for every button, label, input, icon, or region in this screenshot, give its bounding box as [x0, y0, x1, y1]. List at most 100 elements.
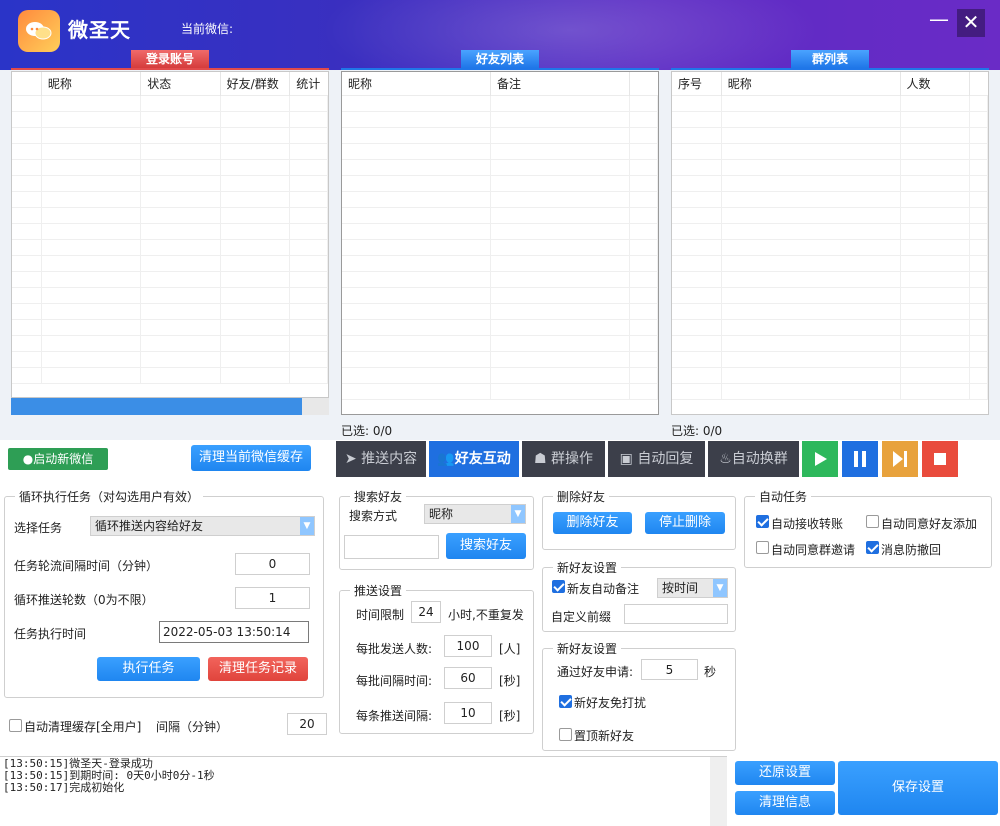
- tab-friend-list[interactable]: 好友列表: [461, 50, 539, 68]
- tab-group-operations[interactable]: ☗ 群操作: [522, 441, 605, 477]
- table-row[interactable]: [672, 368, 988, 384]
- time-limit-input[interactable]: 24: [411, 601, 441, 623]
- minimize-button[interactable]: —: [928, 9, 950, 32]
- table-row[interactable]: [672, 176, 988, 192]
- table-row[interactable]: [342, 352, 658, 368]
- search-input[interactable]: [344, 535, 439, 559]
- search-friend-button[interactable]: 搜索好友: [446, 533, 526, 559]
- auto-remark-checkbox[interactable]: [552, 580, 565, 593]
- tab-auto-reply[interactable]: ▣ 自动回复: [608, 441, 705, 477]
- friend-list-table[interactable]: 昵称 备注: [341, 71, 659, 415]
- execute-task-button[interactable]: 执行任务: [97, 657, 200, 681]
- tab-friend-interaction[interactable]: 👥好友互动: [429, 441, 519, 477]
- table-row[interactable]: [672, 128, 988, 144]
- table-row[interactable]: [12, 256, 328, 272]
- pause-button[interactable]: [842, 441, 878, 477]
- next-button[interactable]: [882, 441, 918, 477]
- vertical-scrollbar[interactable]: [710, 757, 727, 826]
- table-row[interactable]: [672, 240, 988, 256]
- table-row[interactable]: [12, 272, 328, 288]
- group-list-table[interactable]: 序号 昵称 人数: [671, 71, 989, 415]
- auto-accept-friend-checkbox[interactable]: [866, 515, 879, 528]
- table-row[interactable]: [12, 368, 328, 384]
- log-output[interactable]: [13:50:15]微圣天-登录成功 [13:50:15]到期时间: 0天0小时…: [0, 756, 727, 826]
- pass-request-input[interactable]: 5: [641, 659, 698, 680]
- horizontal-scrollbar[interactable]: [11, 398, 329, 415]
- delete-friend-button[interactable]: 删除好友: [553, 512, 632, 534]
- table-row[interactable]: [342, 272, 658, 288]
- no-disturb-checkbox[interactable]: [559, 695, 572, 708]
- table-row[interactable]: [342, 96, 658, 112]
- column-nickname[interactable]: 昵称: [342, 72, 492, 96]
- interval-input[interactable]: 0: [235, 553, 310, 575]
- table-row[interactable]: [12, 176, 328, 192]
- table-row[interactable]: [672, 336, 988, 352]
- table-row[interactable]: [342, 224, 658, 240]
- column-status[interactable]: 状态: [141, 72, 221, 96]
- custom-prefix-input[interactable]: [624, 604, 728, 624]
- table-row[interactable]: [12, 160, 328, 176]
- auto-clear-cache-checkbox[interactable]: [9, 719, 22, 732]
- table-row[interactable]: [672, 256, 988, 272]
- table-row[interactable]: [342, 368, 658, 384]
- table-row[interactable]: [12, 208, 328, 224]
- table-row[interactable]: [672, 320, 988, 336]
- table-row[interactable]: [12, 352, 328, 368]
- exec-time-input[interactable]: 2022-05-03 13:50:14: [159, 621, 309, 643]
- table-row[interactable]: [12, 96, 328, 112]
- table-row[interactable]: [672, 304, 988, 320]
- table-row[interactable]: [342, 304, 658, 320]
- table-row[interactable]: [342, 384, 658, 400]
- table-row[interactable]: [672, 160, 988, 176]
- task-select[interactable]: 循环推送内容给好友 ▼: [90, 516, 315, 536]
- table-row[interactable]: [12, 192, 328, 208]
- table-row[interactable]: [12, 112, 328, 128]
- column-friends-groups[interactable]: 好友/群数: [221, 72, 291, 96]
- table-row[interactable]: [12, 304, 328, 320]
- table-row[interactable]: [12, 336, 328, 352]
- tab-group-list[interactable]: 群列表: [791, 50, 869, 68]
- column-member-count[interactable]: 人数: [901, 72, 971, 96]
- table-row[interactable]: [12, 128, 328, 144]
- play-button[interactable]: [802, 441, 838, 477]
- table-row[interactable]: [342, 336, 658, 352]
- table-row[interactable]: [342, 320, 658, 336]
- clear-info-button[interactable]: 清理信息: [735, 791, 835, 815]
- table-row[interactable]: [672, 272, 988, 288]
- table-row[interactable]: [672, 224, 988, 240]
- table-row[interactable]: [672, 384, 988, 400]
- stop-button[interactable]: [922, 441, 958, 477]
- tab-login-accounts[interactable]: 登录账号: [131, 50, 209, 68]
- start-new-wechat-button[interactable]: ●启动新微信: [8, 448, 108, 470]
- table-row[interactable]: [342, 288, 658, 304]
- table-row[interactable]: [12, 224, 328, 240]
- column-nickname[interactable]: 昵称: [42, 72, 142, 96]
- table-row[interactable]: [342, 160, 658, 176]
- table-row[interactable]: [672, 352, 988, 368]
- remark-mode-select[interactable]: 按时间 ▼: [657, 578, 728, 598]
- item-interval-input[interactable]: 10: [444, 702, 492, 724]
- auto-clear-interval-input[interactable]: 20: [287, 713, 327, 735]
- anti-recall-checkbox[interactable]: [866, 541, 879, 554]
- column-index[interactable]: 序号: [672, 72, 722, 96]
- table-row[interactable]: [342, 192, 658, 208]
- rounds-input[interactable]: 1: [235, 587, 310, 609]
- table-row[interactable]: [672, 192, 988, 208]
- stop-delete-button[interactable]: 停止删除: [645, 512, 725, 534]
- table-row[interactable]: [12, 320, 328, 336]
- clear-task-record-button[interactable]: 清理任务记录: [208, 657, 308, 681]
- tab-auto-switch-group[interactable]: ♨自动换群: [708, 441, 799, 477]
- tab-push-content[interactable]: ➤ 推送内容: [336, 441, 426, 477]
- login-accounts-table[interactable]: 昵称 状态 好友/群数 统计: [11, 71, 329, 398]
- auto-accept-group-invite-checkbox[interactable]: [756, 541, 769, 554]
- table-row[interactable]: [342, 128, 658, 144]
- batch-count-input[interactable]: 100: [444, 635, 492, 657]
- restore-settings-button[interactable]: 还原设置: [735, 761, 835, 785]
- table-row[interactable]: [672, 144, 988, 160]
- auto-receive-transfer-checkbox[interactable]: [756, 515, 769, 528]
- batch-interval-input[interactable]: 60: [444, 667, 492, 689]
- table-row[interactable]: [672, 288, 988, 304]
- table-row[interactable]: [672, 96, 988, 112]
- close-button[interactable]: ✕: [957, 9, 985, 37]
- table-row[interactable]: [672, 208, 988, 224]
